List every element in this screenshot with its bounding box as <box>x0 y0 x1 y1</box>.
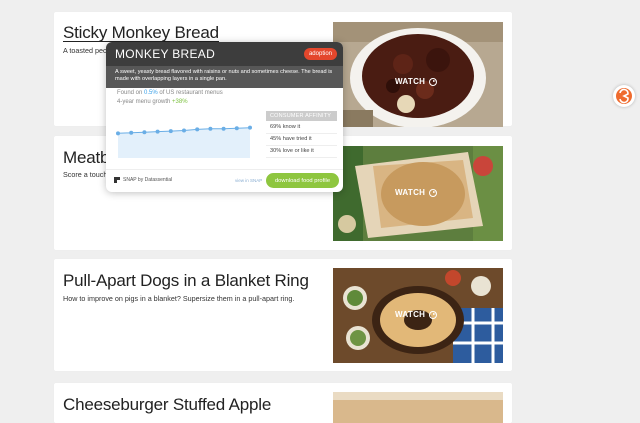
recipe-card: Cheeseburger Stuffed Apple <box>54 383 512 423</box>
menu-growth: 4-year menu growth +38% <box>117 99 188 105</box>
snap-logo-icon <box>114 177 120 183</box>
video-thumbnail[interactable]: WATCH <box>333 268 503 363</box>
menu-trend-chart <box>116 125 252 158</box>
popup-header: MONKEY BREAD adoption <box>106 42 343 66</box>
video-thumbnail[interactable] <box>333 392 503 423</box>
card-title[interactable]: Cheeseburger Stuffed Apple <box>63 395 271 415</box>
snap-popup: MONKEY BREAD adoption A sweet, yeasty br… <box>106 42 343 192</box>
trend-point <box>116 131 120 136</box>
popup-title: MONKEY BREAD <box>115 47 216 61</box>
consumer-affinity-header: CONSUMER AFFINITY <box>266 111 337 121</box>
play-icon <box>429 77 438 86</box>
watch-label: WATCH <box>395 188 426 197</box>
watch-label: WATCH <box>395 310 426 319</box>
recipe-card: Pull-Apart Dogs in a Blanket Ring How to… <box>54 259 512 371</box>
watch-button[interactable]: WATCH <box>395 310 438 319</box>
watch-label: WATCH <box>395 77 426 86</box>
thumbnail-image <box>333 392 503 423</box>
trend-point <box>195 127 200 132</box>
footer-brand: SNAP by Datassential <box>123 177 173 183</box>
trend-point <box>182 128 186 133</box>
trend-point <box>234 126 239 131</box>
video-thumbnail[interactable]: WATCH <box>333 146 503 241</box>
extension-icon[interactable] <box>613 85 635 107</box>
download-food-profile-button[interactable]: download food profile <box>266 173 339 188</box>
trend-point <box>248 125 252 130</box>
found-prefix: Found on <box>117 90 143 96</box>
card-description: Score a touchd <box>63 170 112 179</box>
card-description: How to improve on pigs in a blanket? Sup… <box>63 294 295 303</box>
growth-prefix: 4-year menu growth <box>117 99 171 105</box>
popup-footer: SNAP by Datassential view in SNAP downlo… <box>106 169 343 192</box>
found-suffix: of US restaurant menus <box>159 90 223 96</box>
adoption-badge[interactable]: adoption <box>303 48 337 60</box>
card-title[interactable]: Sticky Monkey Bread <box>63 24 219 42</box>
trend-point <box>142 130 147 135</box>
affinity-row: 30% love or like it <box>266 145 337 158</box>
trend-point <box>221 126 226 131</box>
found-value: 0.5% <box>144 90 158 96</box>
card-title[interactable]: Pull-Apart Dogs in a Blanket Ring <box>63 271 309 291</box>
play-icon <box>429 188 438 197</box>
video-thumbnail[interactable]: WATCH <box>333 22 503 127</box>
trend-point <box>208 126 213 131</box>
watch-button[interactable]: WATCH <box>395 77 438 86</box>
view-in-snap-link[interactable]: view in SNAP <box>235 178 262 183</box>
play-icon <box>429 310 438 319</box>
thumbnail-image <box>333 22 503 127</box>
trend-point <box>168 129 173 134</box>
trend-point <box>155 129 160 134</box>
popup-description: A sweet, yeasty bread flavored with rais… <box>106 66 343 88</box>
growth-value: +38% <box>172 99 188 105</box>
trend-point <box>129 130 134 135</box>
extension-logo <box>616 88 632 104</box>
menu-presence: Found on 0.5% of US restaurant menus <box>117 90 223 96</box>
watch-button[interactable]: WATCH <box>395 188 438 197</box>
